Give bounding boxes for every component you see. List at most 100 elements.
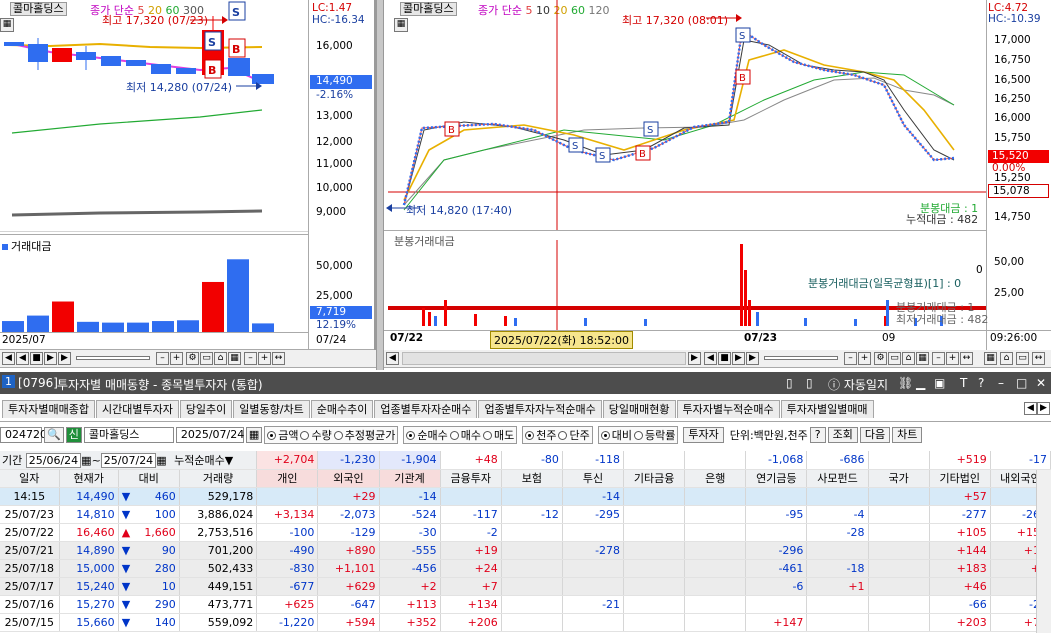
tab-4[interactable]: 순매수추이	[310, 400, 374, 418]
tab-3[interactable]: 일별동향/차트	[233, 400, 310, 418]
calendar-icon[interactable]: ▦	[156, 454, 166, 467]
maximize-icon[interactable]: □	[1016, 376, 1027, 390]
plus-icon[interactable]: +	[258, 352, 271, 365]
window-icon[interactable]: ▣	[934, 376, 945, 390]
stop-icon[interactable]: ■	[718, 352, 731, 365]
column-header[interactable]: 기타금융	[623, 469, 686, 488]
play-reverse-icon[interactable]: ◀	[16, 352, 29, 365]
table-row[interactable]: 25/07/22 16,460 ▲ 1,660 2,753,516 -100 -129 -30…	[0, 523, 1051, 542]
fit-icon[interactable]: ↔	[1032, 352, 1045, 365]
splitter[interactable]	[376, 0, 384, 370]
stock-code-input[interactable]: 024720	[0, 427, 47, 443]
stop-icon[interactable]: ■	[30, 352, 43, 365]
horizontal-scrollbar[interactable]	[402, 352, 686, 365]
column-header[interactable]: 금융투자	[440, 469, 502, 488]
tab-7[interactable]: 당일매매현황	[602, 400, 676, 418]
search-icon[interactable]: 🔍	[44, 427, 64, 443]
table-row[interactable]: 25/07/17 15,240 ▼ 10 449,151 -677 +629 +2 +7 -6 +1…	[0, 577, 1051, 596]
scroll-left-icon[interactable]: ◀	[386, 352, 399, 365]
play-icon[interactable]: ▶	[732, 352, 745, 365]
next-icon[interactable]: ▶	[58, 352, 71, 365]
zoom-in-icon[interactable]: +	[170, 352, 183, 365]
column-header[interactable]: 거래량	[179, 469, 258, 488]
chart-tool-icon[interactable]: ▭	[888, 352, 901, 365]
calendar-icon[interactable]: ▦	[245, 427, 263, 443]
chart-tool-icon[interactable]: ▭	[200, 352, 213, 365]
settings-icon[interactable]: ⚙	[186, 352, 199, 365]
radio-single-shares[interactable]: 단주	[558, 427, 590, 443]
radio-net-buy[interactable]: 순매수	[406, 427, 448, 443]
table-row[interactable]: 25/07/21 14,890 ▼ 90 701,200 -490 +890 -555 +19 -…	[0, 541, 1051, 560]
calendar-icon[interactable]: ▦	[81, 454, 91, 467]
query-button[interactable]: 조회	[827, 427, 858, 443]
chart-tool-icon[interactable]: ⌂	[902, 352, 915, 365]
tab-6[interactable]: 업종별투자자누적순매수	[478, 400, 602, 418]
tab-0[interactable]: 투자자별매매종합	[2, 400, 95, 418]
chart-tool-icon[interactable]: ⌂	[1000, 352, 1013, 365]
close-icon[interactable]: ✕	[1036, 376, 1046, 390]
minimize-icon[interactable]: –	[998, 376, 1004, 390]
chart-tool-icon[interactable]: ▦	[228, 352, 241, 365]
zoom-out-icon[interactable]: –	[844, 352, 857, 365]
table-row[interactable]: 25/07/16 15,270 ▼ 290 473,771 +625 -647 +113 +13…	[0, 595, 1051, 614]
column-header[interactable]: 국가	[868, 469, 930, 488]
radio-quantity[interactable]: 수량	[300, 427, 332, 443]
scroll-right-icon[interactable]: ▶	[688, 352, 701, 365]
tab-1[interactable]: 시간대별투자자	[95, 400, 179, 418]
help-button[interactable]: ?	[809, 427, 826, 443]
dropdown-icon[interactable]: ▼	[225, 454, 233, 467]
column-header[interactable]: 일자	[0, 469, 60, 488]
auto-journal-button[interactable]: ⓘ 자동일지	[828, 376, 888, 393]
fit-icon[interactable]: ↔	[960, 352, 973, 365]
zoom-out-icon[interactable]: –	[156, 352, 169, 365]
help-icon[interactable]: ?	[978, 376, 984, 390]
column-header[interactable]: 은행	[684, 469, 747, 488]
text-icon[interactable]: T	[960, 376, 967, 390]
radio-rate[interactable]: 등락률	[633, 427, 675, 443]
minus-icon[interactable]: –	[244, 352, 257, 365]
tab-5[interactable]: 업종별투자자순매수	[374, 400, 478, 418]
tab-2[interactable]: 당일추이	[179, 400, 233, 418]
settings-icon[interactable]: ⚙	[874, 352, 887, 365]
column-header[interactable]: 현재가	[59, 469, 119, 488]
link-icon[interactable]: ⛓	[898, 376, 913, 390]
minimize-icon[interactable]: ▁	[916, 376, 925, 390]
radio-thousand-shares[interactable]: 천주	[525, 427, 556, 443]
radio-buy[interactable]: 매수	[449, 427, 481, 443]
table-scrollbar[interactable]	[1036, 470, 1051, 633]
column-header[interactable]: 투신	[562, 469, 625, 488]
column-header[interactable]: 기관계	[379, 469, 441, 488]
next-button[interactable]: 다음	[859, 427, 891, 443]
column-header[interactable]: 사모펀드	[806, 469, 869, 488]
radio-avg-price[interactable]: 추정평균가	[333, 427, 395, 443]
table-row[interactable]: 14:15 14,490 ▼ 460 529,178 +29 -14 -14 +57	[0, 487, 1051, 506]
tab-scroll-right-icon[interactable]: ▶	[1037, 402, 1050, 415]
tab-9[interactable]: 투자자별일별매매	[780, 400, 874, 418]
chart-tool-icon[interactable]: ▭	[1016, 352, 1029, 365]
column-header[interactable]: 연기금등	[745, 469, 808, 488]
stock-name-field[interactable]: 콜마홀딩스	[83, 427, 174, 443]
plus-icon[interactable]: +	[946, 352, 959, 365]
radio-amount[interactable]: 금액	[267, 427, 298, 443]
column-header[interactable]: 개인	[256, 469, 319, 488]
date-input[interactable]: 2025/07/24	[175, 427, 244, 443]
period-to-input[interactable]: 25/07/24	[100, 453, 157, 468]
column-header[interactable]: 대비	[118, 469, 180, 488]
radio-diff[interactable]: 대비	[600, 427, 632, 443]
column-header[interactable]: 기타법인	[929, 469, 991, 488]
chart-button[interactable]: 차트	[892, 427, 923, 443]
chart-tool-icon[interactable]: ⌂	[214, 352, 227, 365]
window-icon[interactable]: ▯	[786, 376, 793, 390]
investor-button[interactable]: 투자자	[683, 427, 724, 443]
chart-tool-icon[interactable]: ▦	[984, 352, 997, 365]
table-row[interactable]: 25/07/23 14,810 ▼ 100 3,886,024 +3,134 -2,073-…	[0, 505, 1051, 524]
tab-scroll-left-icon[interactable]: ◀	[1024, 402, 1037, 415]
window-icon[interactable]: ▯	[806, 376, 813, 390]
table-row[interactable]: 25/07/18 15,000 ▼ 280 502,433 -830 +1,101 -456 +…	[0, 559, 1051, 578]
play-icon[interactable]: ▶	[44, 352, 57, 365]
fit-icon[interactable]: ↔	[272, 352, 285, 365]
column-header[interactable]: 외국인	[317, 469, 380, 488]
next-icon[interactable]: ▶	[746, 352, 759, 365]
column-header[interactable]: 보험	[501, 469, 563, 488]
minus-icon[interactable]: –	[932, 352, 945, 365]
